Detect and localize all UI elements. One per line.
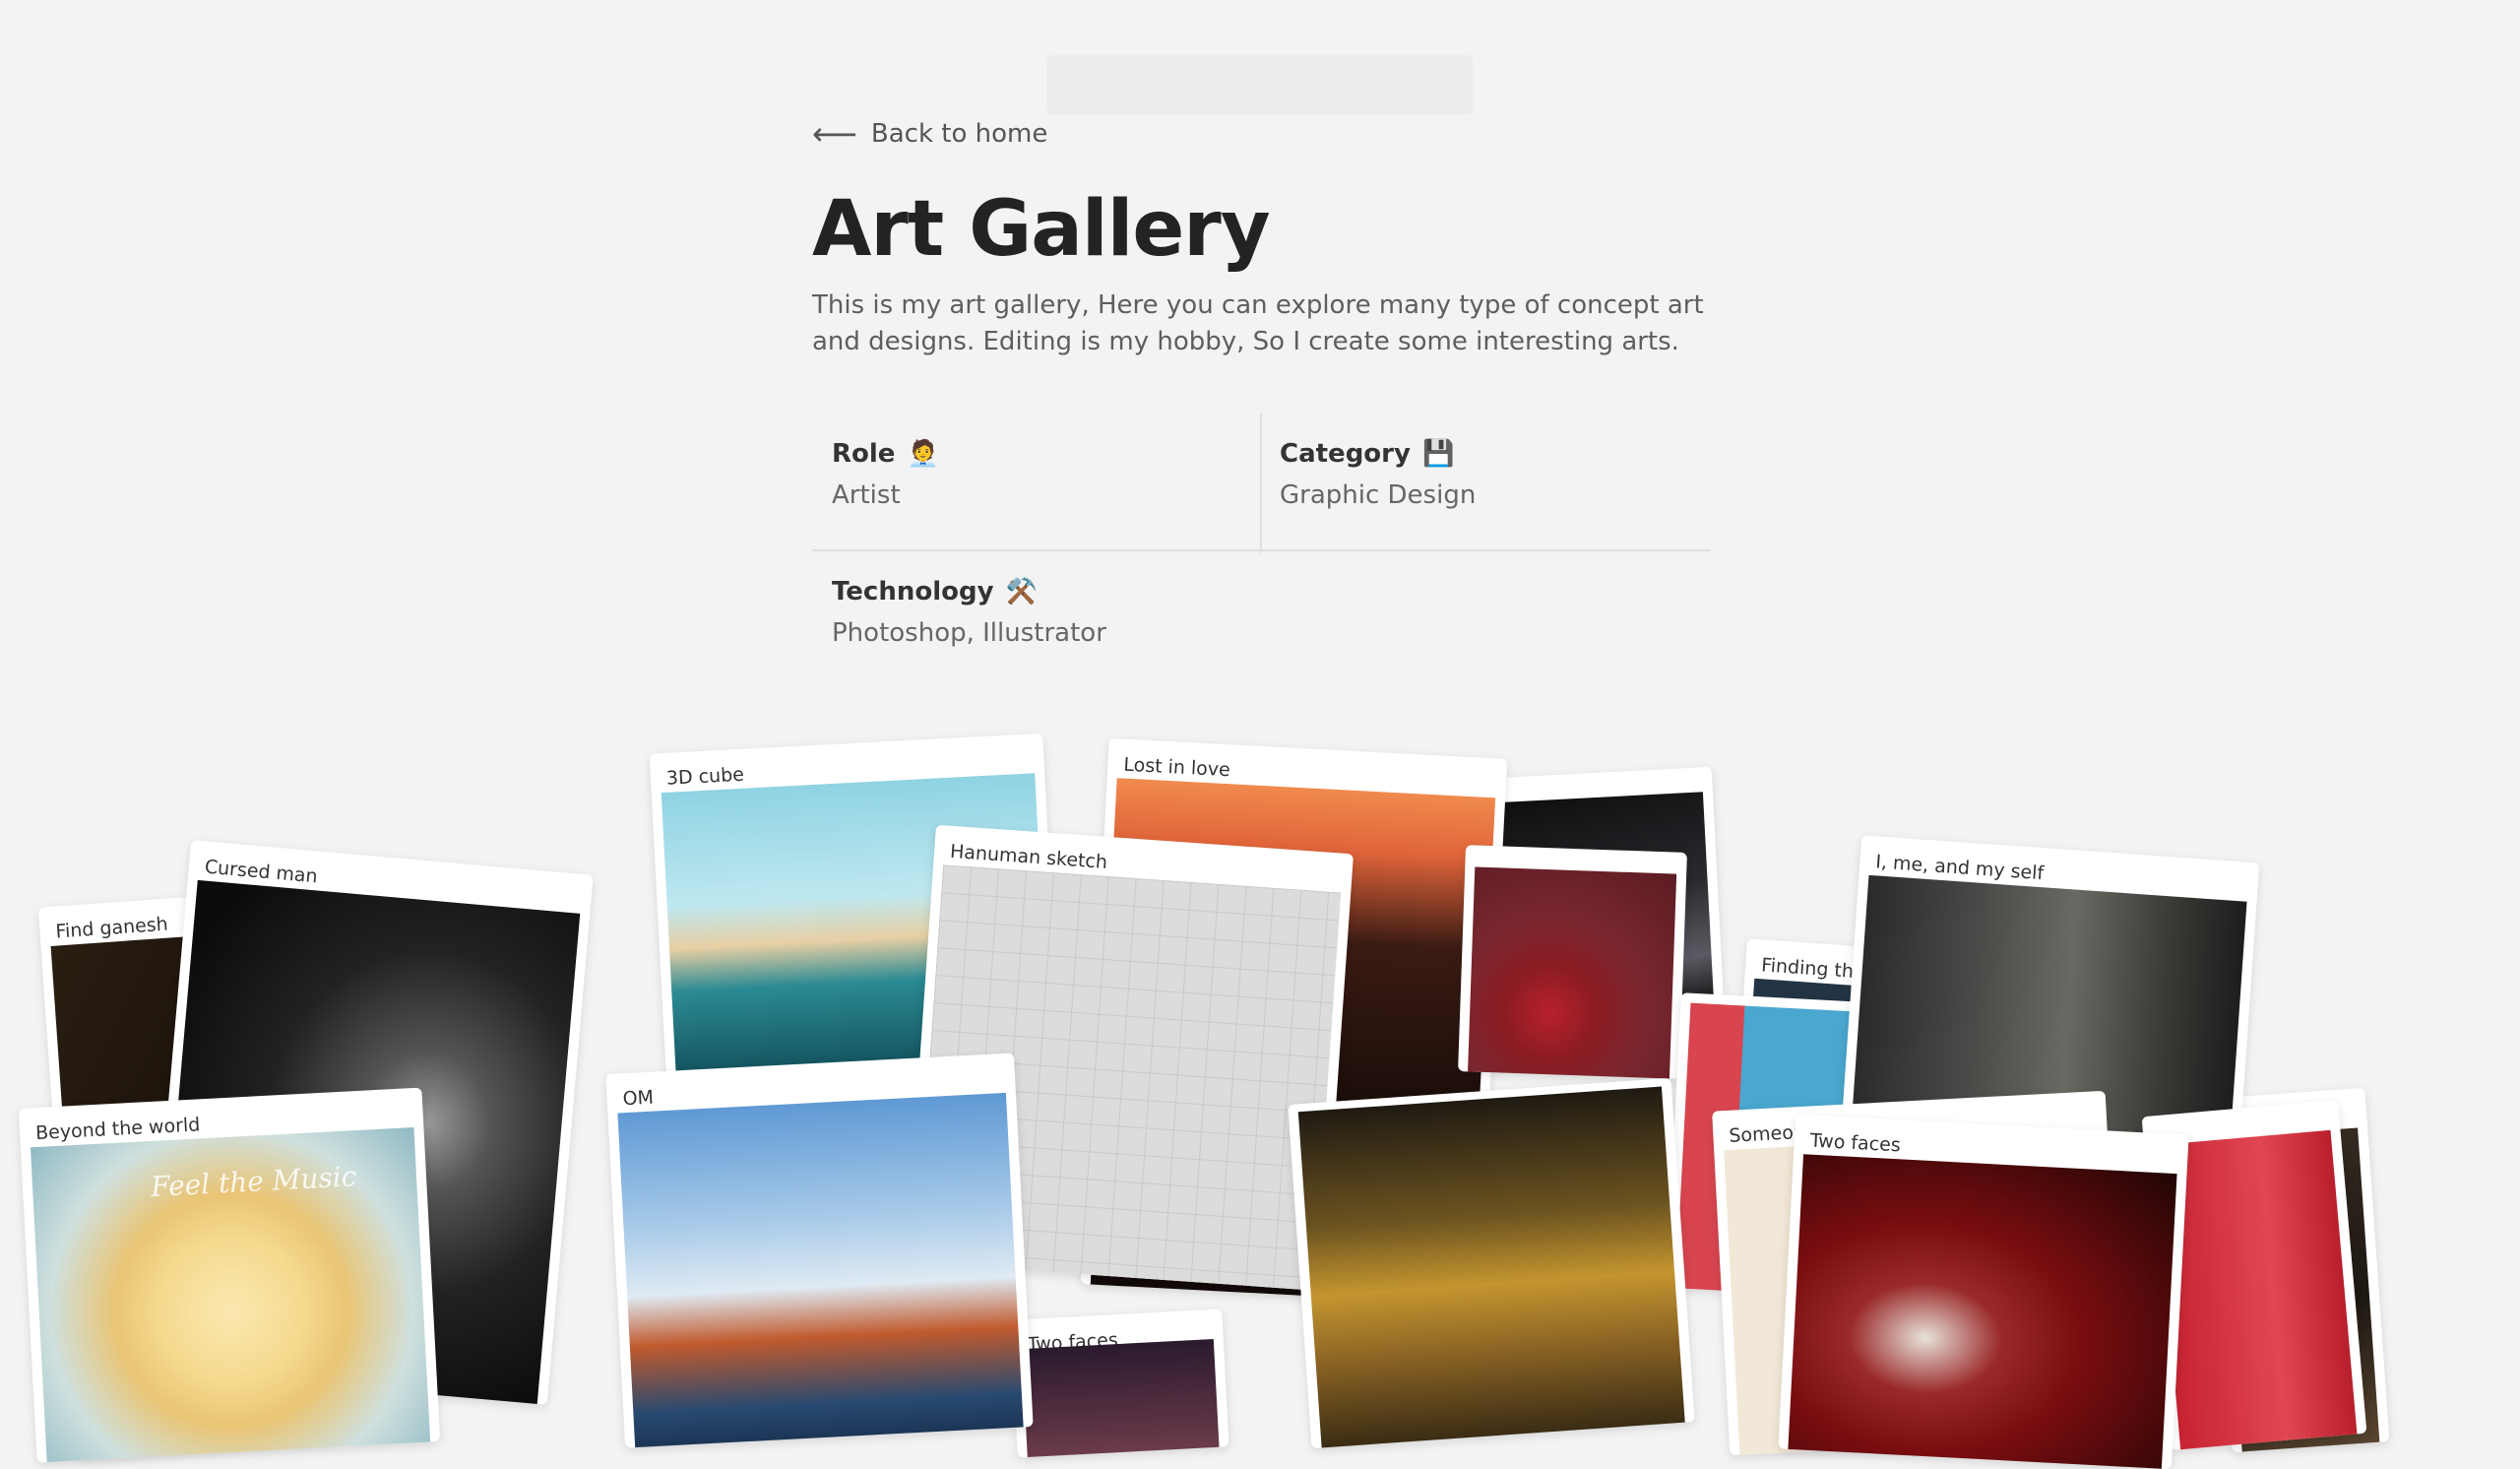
gallery-card-image: [1297, 1086, 1685, 1448]
meta-category-heading: Category 💾: [1280, 439, 1728, 469]
gallery-card[interactable]: [1288, 1077, 1695, 1449]
meta-technology: Technology ⚒️ Photoshop, Illustrator: [832, 577, 1280, 715]
gallery-card-image: [617, 1092, 1024, 1448]
top-banner: [1046, 55, 1473, 114]
meta-technology-value: Photoshop, Illustrator: [832, 618, 1106, 648]
meta-divider-horizontal: [812, 549, 1710, 551]
page-description: This is my art gallery, Here you can exp…: [812, 290, 1704, 356]
back-to-home-label: Back to home: [870, 119, 1048, 149]
arrow-left-icon: ⟵: [812, 115, 857, 153]
meta-role: Role 🧑‍💼 Artist: [832, 439, 1280, 577]
art-script-text: Feel the Music: [150, 1160, 358, 1204]
gallery-card[interactable]: [1458, 845, 1687, 1079]
person-icon: 🧑‍💼: [907, 439, 939, 469]
gallery-card-image: [1468, 866, 1677, 1079]
gallery-card[interactable]: OM: [605, 1053, 1034, 1448]
gallery-card[interactable]: Beyond the world Feel the Music: [18, 1087, 441, 1463]
back-to-home-link[interactable]: ⟵ Back to home: [812, 118, 1047, 150]
tools-icon: ⚒️: [1005, 577, 1038, 607]
meta-category-value: Graphic Design: [1280, 480, 1477, 510]
gallery-card-image: [1788, 1154, 2177, 1469]
meta-technology-label: Technology: [832, 577, 994, 607]
meta-role-label: Role: [832, 439, 896, 469]
meta-divider-vertical: [1260, 414, 1262, 553]
meta-role-value: Artist: [832, 480, 901, 510]
gallery-card-image: Feel the Music: [30, 1126, 431, 1462]
floppy-disk-icon: 💾: [1421, 439, 1455, 469]
gallery-card[interactable]: Two faces: [1778, 1114, 2189, 1469]
meta-technology-heading: Technology ⚒️: [832, 577, 1280, 607]
project-meta: Role 🧑‍💼 Artist Category 💾 Graphic Desig…: [812, 410, 1710, 656]
meta-category: Category 💾 Graphic Design: [1280, 439, 1728, 577]
meta-category-label: Category: [1280, 439, 1411, 469]
page-title: Art Gallery: [812, 185, 1271, 274]
meta-role-heading: Role 🧑‍💼: [832, 439, 1280, 469]
gallery-card-image: [1022, 1338, 1220, 1458]
gallery-card[interactable]: Two faces: [1010, 1309, 1229, 1458]
